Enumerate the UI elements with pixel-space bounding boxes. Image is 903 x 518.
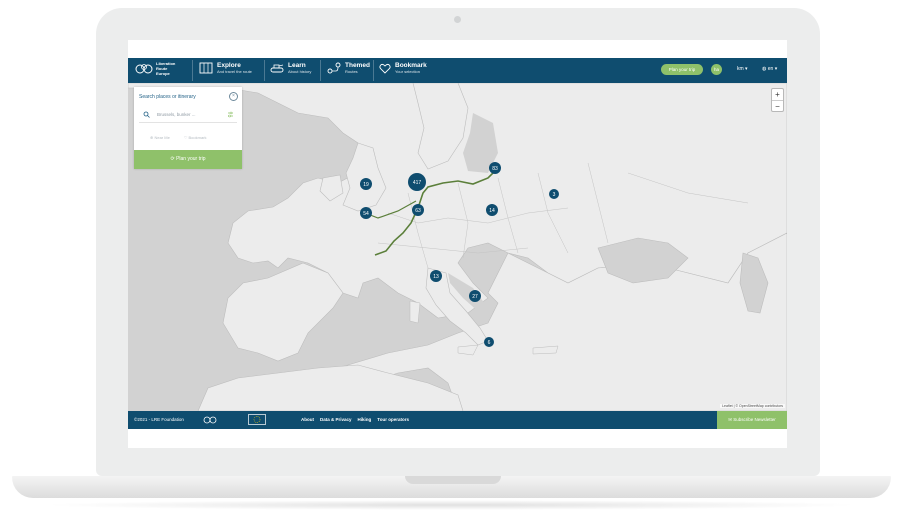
cluster-count: 54 (363, 211, 369, 217)
nav-explore-title: Explore (217, 62, 241, 69)
cluster-marker[interactable]: 19 (360, 178, 372, 190)
copyright: ©2021 - LRE Foundation (134, 417, 184, 422)
filter-icon[interactable] (227, 111, 234, 118)
laptop-shadow (40, 500, 863, 510)
header-divider (264, 60, 265, 81)
header-divider (373, 60, 374, 81)
panel-plan-trip-button[interactable]: ⟳ Plan your trip (134, 150, 242, 169)
footer-logo-icon (203, 416, 217, 424)
cluster-count: 6 (488, 340, 491, 346)
panel-plan-trip-label: Plan your trip (176, 156, 206, 162)
zoom-in-button[interactable]: + (772, 89, 783, 101)
cluster-marker[interactable]: 417 (408, 173, 426, 191)
nav-bookmark[interactable]: Bookmark Your selection (379, 62, 427, 74)
header-divider (320, 60, 321, 81)
near-me-option[interactable]: ⊕ Near Me (150, 135, 170, 140)
cluster-count: 27 (472, 294, 478, 300)
footer-link-hiking[interactable]: Hiking (358, 417, 372, 422)
footer-bar: ©2021 - LRE Foundation About Data & Priv… (128, 411, 787, 429)
language-value: en (767, 66, 774, 72)
search-options: ⊕ Near Me ♡ Bookmark (150, 135, 207, 140)
map-icon (199, 62, 213, 74)
unit-value: km (737, 66, 744, 72)
cluster-marker[interactable]: 54 (360, 207, 372, 219)
nav-themed-title: Themed (345, 62, 370, 69)
subscribe-label: Subscribe Newsletter (733, 417, 776, 422)
footer-link-tour-operators[interactable]: Tour operators (377, 417, 409, 422)
cluster-marker[interactable]: 63 (412, 204, 424, 216)
nav-bookmark-title: Bookmark (395, 62, 427, 69)
cluster-count: 14 (489, 208, 495, 214)
map-attribution[interactable]: Leaflet | © OpenStreetMap contributors (720, 404, 785, 408)
heart-icon (379, 63, 391, 74)
nav-themed[interactable]: Themed Routes (327, 62, 370, 74)
cluster-count: 13 (433, 274, 439, 280)
unit-select[interactable]: km ▾ (737, 66, 748, 72)
header-bar: Liberation Route Europe Explore And trave… (128, 58, 787, 83)
cluster-count: 3 (553, 192, 556, 198)
brand-name: Liberation Route Europe (156, 61, 176, 76)
near-me-label: Near Me (154, 135, 170, 140)
subscribe-button[interactable]: ✉ Subscribe Newsletter (717, 411, 787, 429)
cluster-count: 19 (363, 182, 369, 188)
tank-icon (270, 64, 284, 73)
nav-themed-subtitle: Routes (345, 69, 358, 74)
search-placeholder: Brussels, bunker ... (157, 112, 196, 117)
nav-learn[interactable]: Learn About history (270, 62, 311, 74)
search-input[interactable]: Brussels, bunker ... (139, 108, 237, 123)
footer-link-about[interactable]: About (301, 417, 314, 422)
footer-link-privacy[interactable]: Data & Privacy (320, 417, 352, 422)
search-icon (143, 111, 150, 118)
bookmark-label: Bookmark (188, 135, 207, 140)
cluster-marker[interactable]: 83 (489, 162, 501, 174)
route-icon (327, 62, 341, 74)
brand-logo[interactable]: Liberation Route Europe (135, 61, 182, 76)
search-panel: Search places or itinerary × Brussels, b… (134, 87, 242, 169)
cluster-count: 83 (492, 166, 498, 172)
cluster-count: 417 (413, 180, 422, 186)
zoom-control: + − (771, 88, 784, 112)
nav-explore[interactable]: Explore And travel the route (199, 62, 252, 74)
cluster-marker[interactable]: 6 (484, 337, 494, 347)
search-label: Search places or itinerary (139, 94, 196, 100)
footer-links: About Data & Privacy Hiking Tour operato… (301, 417, 409, 422)
close-icon[interactable]: × (229, 92, 238, 101)
cluster-marker[interactable]: 13 (430, 270, 442, 282)
bookmark-option[interactable]: ♡ Bookmark (184, 135, 207, 140)
language-select[interactable]: ◍ en ▾ (762, 66, 777, 72)
cluster-marker[interactable]: 27 (469, 290, 481, 302)
header-divider (192, 60, 193, 81)
laptop-notch (405, 476, 501, 484)
laptop-screen: Liberation Route Europe Explore And trave… (128, 40, 787, 448)
webcam-icon (454, 16, 461, 23)
avatar[interactable]: ha (711, 64, 722, 75)
eu-flag-icon (248, 414, 266, 425)
nav-learn-title: Learn (288, 62, 306, 69)
cluster-count: 63 (415, 208, 421, 214)
nav-bookmark-subtitle: Your selection (395, 69, 420, 74)
zoom-out-button[interactable]: − (772, 101, 783, 112)
logo-icon (135, 63, 153, 73)
cluster-marker[interactable]: 3 (549, 189, 559, 199)
cluster-marker[interactable]: 14 (486, 204, 498, 216)
nav-explore-subtitle: And travel the route (217, 69, 252, 74)
plan-trip-button[interactable]: Plan your trip (661, 64, 703, 75)
nav-learn-subtitle: About history (288, 69, 312, 74)
